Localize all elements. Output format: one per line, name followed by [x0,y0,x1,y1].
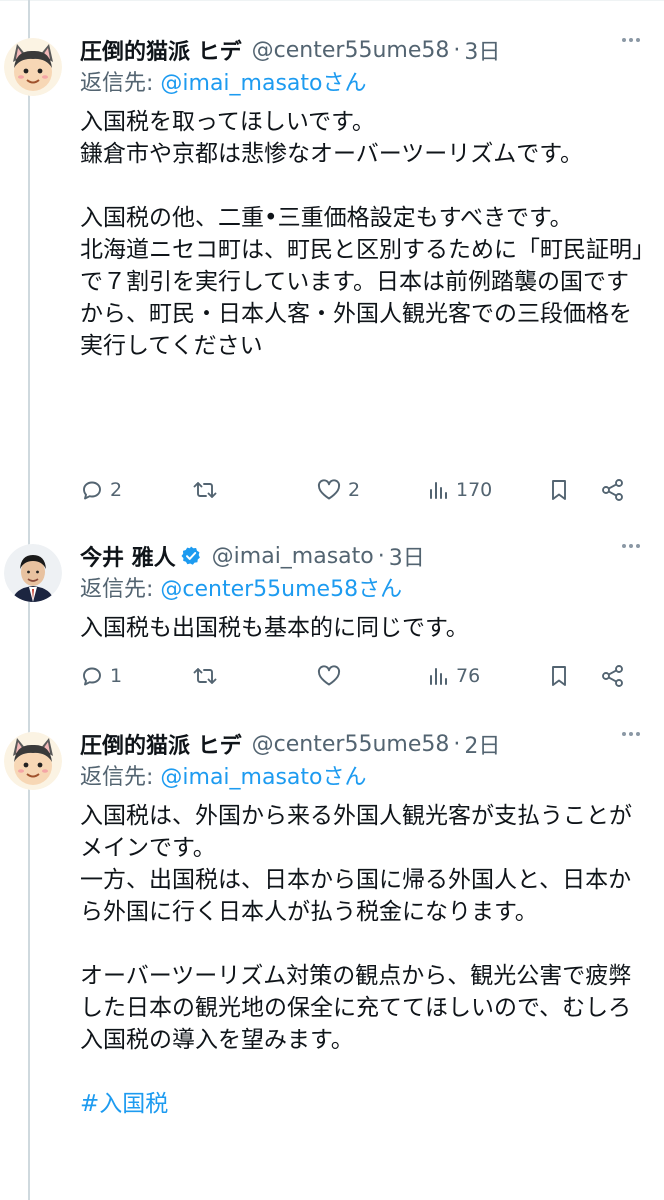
reply-icon [83,667,101,686]
views-button[interactable]: 76 [428,664,480,688]
reply-icon [83,481,101,500]
tweet-body: 入国税も出国税も基本的に同じです。 [80,615,469,641]
user-handle[interactable]: @center55ume58 [252,732,450,757]
replying-prefix: 返信先: [80,577,161,602]
replying-to: 返信先: @imai_masatoさん [80,760,664,796]
mention-link[interactable]: @imai_masatoさん [160,765,366,790]
tweet-header: 今井 雅人 @imai_masato · 3日 [80,540,664,572]
reply-count: 2 [110,479,123,501]
reply-button[interactable]: 2 [80,478,122,502]
reply-button[interactable]: 1 [80,664,122,688]
reply-count: 1 [110,665,123,687]
views-icon [430,668,447,685]
mention-link[interactable]: @center55ume58さん [160,577,402,602]
timestamp[interactable]: 2日 [464,728,500,760]
mention-link[interactable]: @imai_masatoさん [160,71,366,96]
avatar-cat-user[interactable] [4,732,62,790]
timestamp[interactable]: 3日 [389,540,425,572]
share-icon [602,665,623,687]
separator-dot: · [453,37,461,63]
hashtag-link[interactable]: #入国税 [80,1088,645,1120]
separator-dot: · [453,731,461,757]
top-separator [0,0,664,1]
more-icon[interactable] [622,732,640,736]
like-icon [317,665,341,686]
user-handle[interactable]: @center55ume58 [252,38,450,63]
avatar-imai-masato[interactable] [4,544,62,602]
tweet-body: 入国税は、外国から来る外国人観光客が支払うことがメインです。 一方、出国税は、日… [80,803,632,1053]
like-button[interactable]: 2 [316,478,360,502]
bookmark-icon [552,666,566,686]
replying-prefix: 返信先: [80,765,161,790]
action-bar: 2 2 170 [80,478,640,518]
retweet-icon [193,668,217,684]
replying-to: 返信先: @center55ume58さん [80,572,664,608]
separator-dot: · [377,543,385,569]
like-count: 2 [348,479,361,501]
bookmark-button[interactable] [548,664,570,688]
avatar-cat-user[interactable] [4,38,62,96]
like-button[interactable] [316,664,348,688]
display-name[interactable]: 今井 雅人 [80,540,176,572]
more-icon[interactable] [622,38,640,42]
bookmark-button[interactable] [548,478,570,502]
user-handle[interactable]: @imai_masato [212,544,374,569]
more-icon[interactable] [622,544,640,548]
timestamp[interactable]: 3日 [464,34,500,66]
like-icon [317,479,341,500]
bookmark-icon [552,480,566,500]
tweet-header: 圧倒的猫派 ヒデ @center55ume58 · 3日 [80,34,664,66]
replying-to: 返信先: @imai_masatoさん [80,66,664,102]
views-icon [430,482,447,499]
replying-prefix: 返信先: [80,71,161,96]
verified-badge-icon [180,545,202,567]
action-bar: 1 76 [80,664,640,704]
views-count: 76 [456,665,481,687]
retweet-icon [193,482,217,498]
tweet-body: 入国税を取ってほしいです。 鎌倉市や京都は悲惨なオーバーツーリズムです。 入国税… [80,109,644,359]
share-button[interactable] [600,664,626,688]
retweet-button[interactable] [192,664,224,688]
views-button[interactable]: 170 [428,478,492,502]
display-name[interactable]: 圧倒的猫派 ヒデ [80,728,242,760]
share-button[interactable] [600,478,626,502]
tweet-header: 圧倒的猫派 ヒデ @center55ume58 · 2日 [80,728,664,760]
share-icon [602,479,623,501]
retweet-button[interactable] [192,478,224,502]
display-name[interactable]: 圧倒的猫派 ヒデ [80,34,242,66]
views-count: 170 [456,479,493,501]
